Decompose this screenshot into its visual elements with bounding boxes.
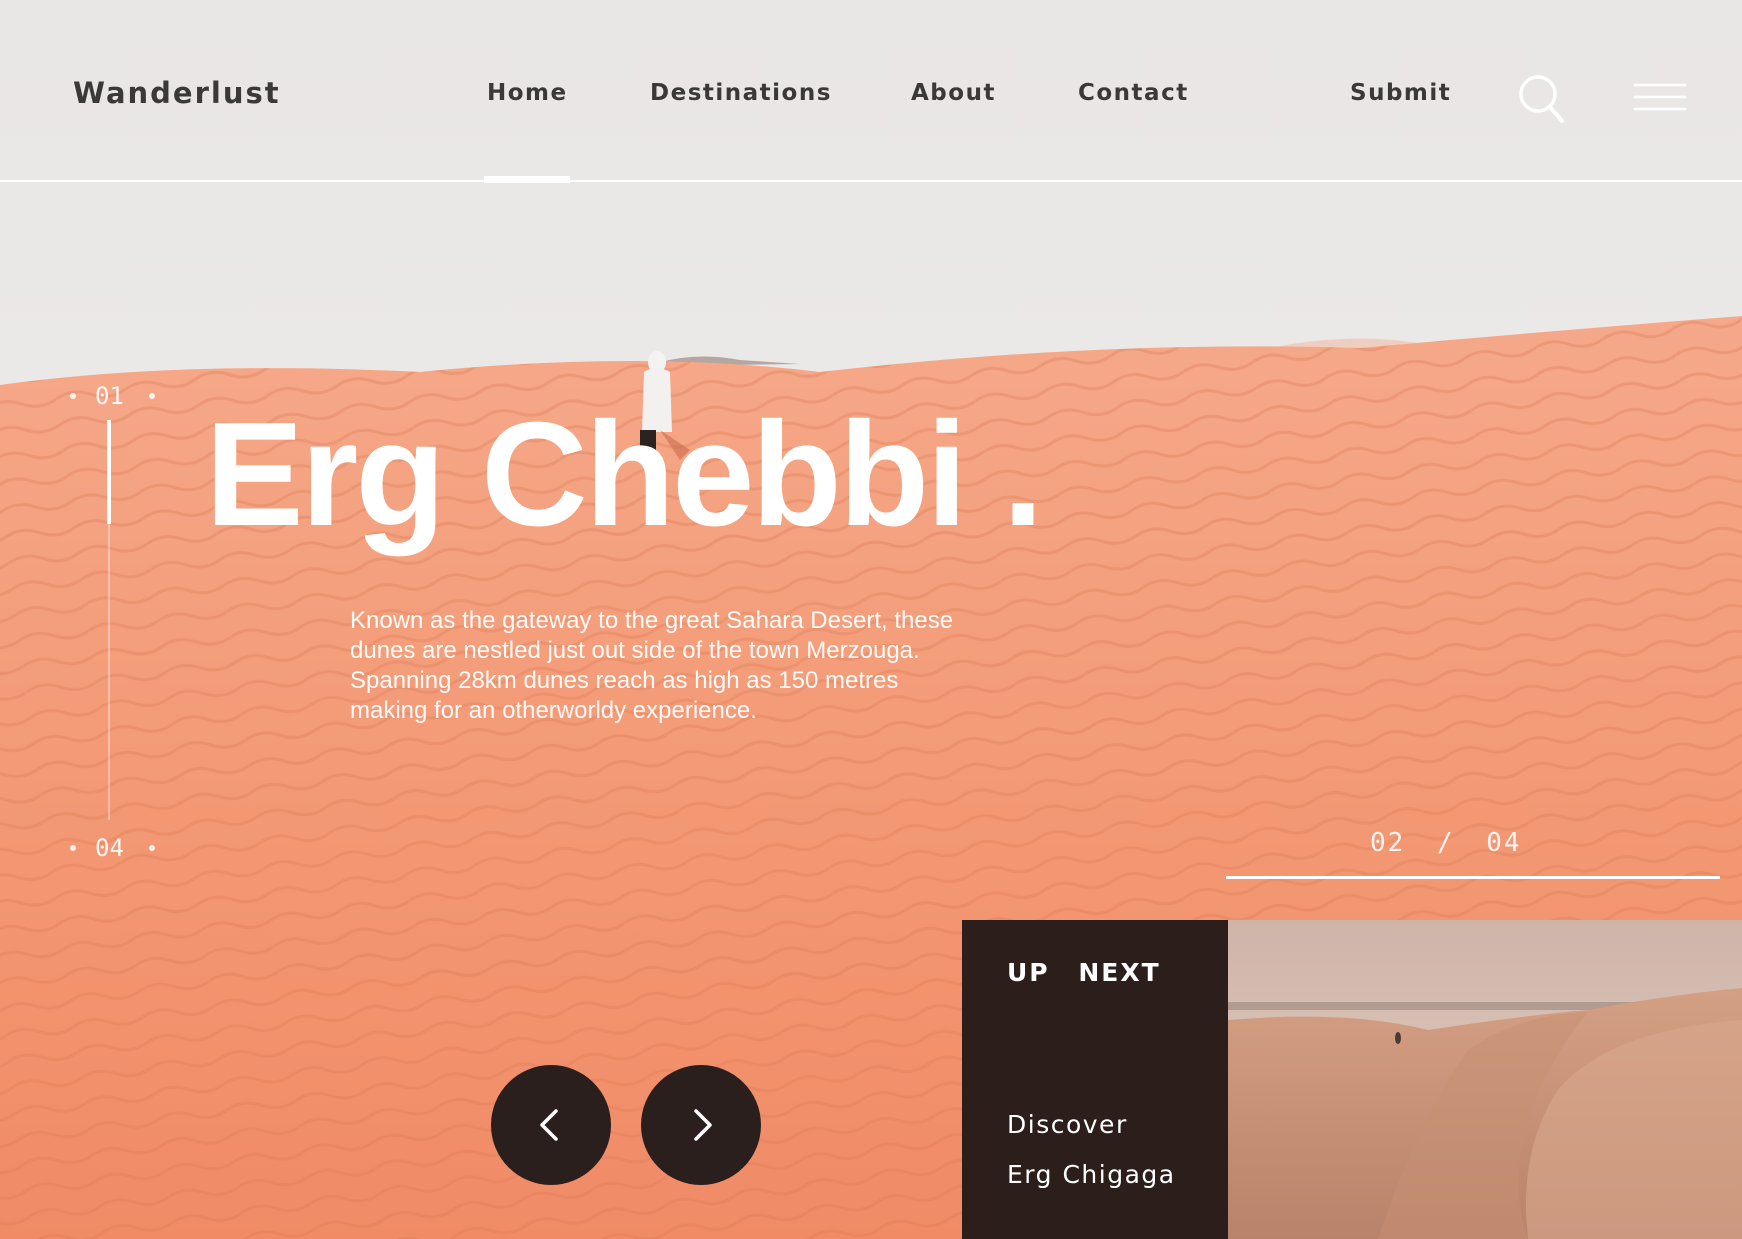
hero-description-line: making for an otherworldy experience. [350, 697, 757, 724]
indicator-dot [149, 845, 155, 851]
nav-item-about[interactable]: About [911, 80, 996, 106]
hero-description-line: dunes are nestled just out side of the t… [350, 637, 920, 664]
up-next-label: UP NEXT [1007, 958, 1161, 987]
indicator-dot [70, 845, 76, 851]
chevron-right-icon [694, 1109, 712, 1141]
nav-item-home[interactable]: Home [487, 80, 568, 106]
site-logo[interactable]: Wanderlust [73, 76, 281, 110]
hamburger-menu-icon[interactable] [1632, 82, 1688, 112]
up-next-thumbnail-image[interactable] [1228, 920, 1742, 1239]
submit-link[interactable]: Submit [1350, 80, 1451, 106]
hero-description-line: Known as the gateway to the great Sahara… [350, 607, 954, 634]
header-divider [0, 180, 1742, 182]
up-next-card[interactable]: UP NEXT Discover Erg Chigaga [962, 920, 1228, 1239]
slide-counter-total: 04 [1486, 828, 1522, 858]
nav-item-destinations[interactable]: Destinations [650, 80, 832, 106]
indicator-dot [149, 393, 155, 399]
hero-title: Erg Chebbi . [205, 392, 1044, 557]
next-slide-button[interactable] [641, 1065, 761, 1185]
indicator-dot [70, 393, 76, 399]
up-next-title-line2: Erg Chigaga [1007, 1160, 1176, 1189]
slide-counter-underline [1226, 876, 1720, 879]
up-next-title-line1: Discover [1007, 1110, 1128, 1139]
site-header: Wanderlust Home Destinations About Conta… [0, 0, 1742, 183]
slide-counter: 02 / 04 [1370, 828, 1522, 858]
nav-item-contact[interactable]: Contact [1078, 80, 1189, 106]
indicator-progress-bar [107, 420, 111, 524]
slide-counter-separator: / [1436, 828, 1455, 858]
indicator-start-number: 01 [95, 382, 124, 410]
previous-slide-button[interactable] [491, 1065, 611, 1185]
search-icon[interactable] [1518, 74, 1566, 124]
slide-counter-current: 02 [1370, 828, 1406, 858]
chevron-left-icon [540, 1109, 558, 1141]
hero-description-line: Spanning 28km dunes reach as high as 150… [350, 667, 899, 694]
hero-description: Known as the gateway to the great Sahara… [350, 606, 1030, 726]
indicator-end-number: 04 [95, 834, 124, 862]
